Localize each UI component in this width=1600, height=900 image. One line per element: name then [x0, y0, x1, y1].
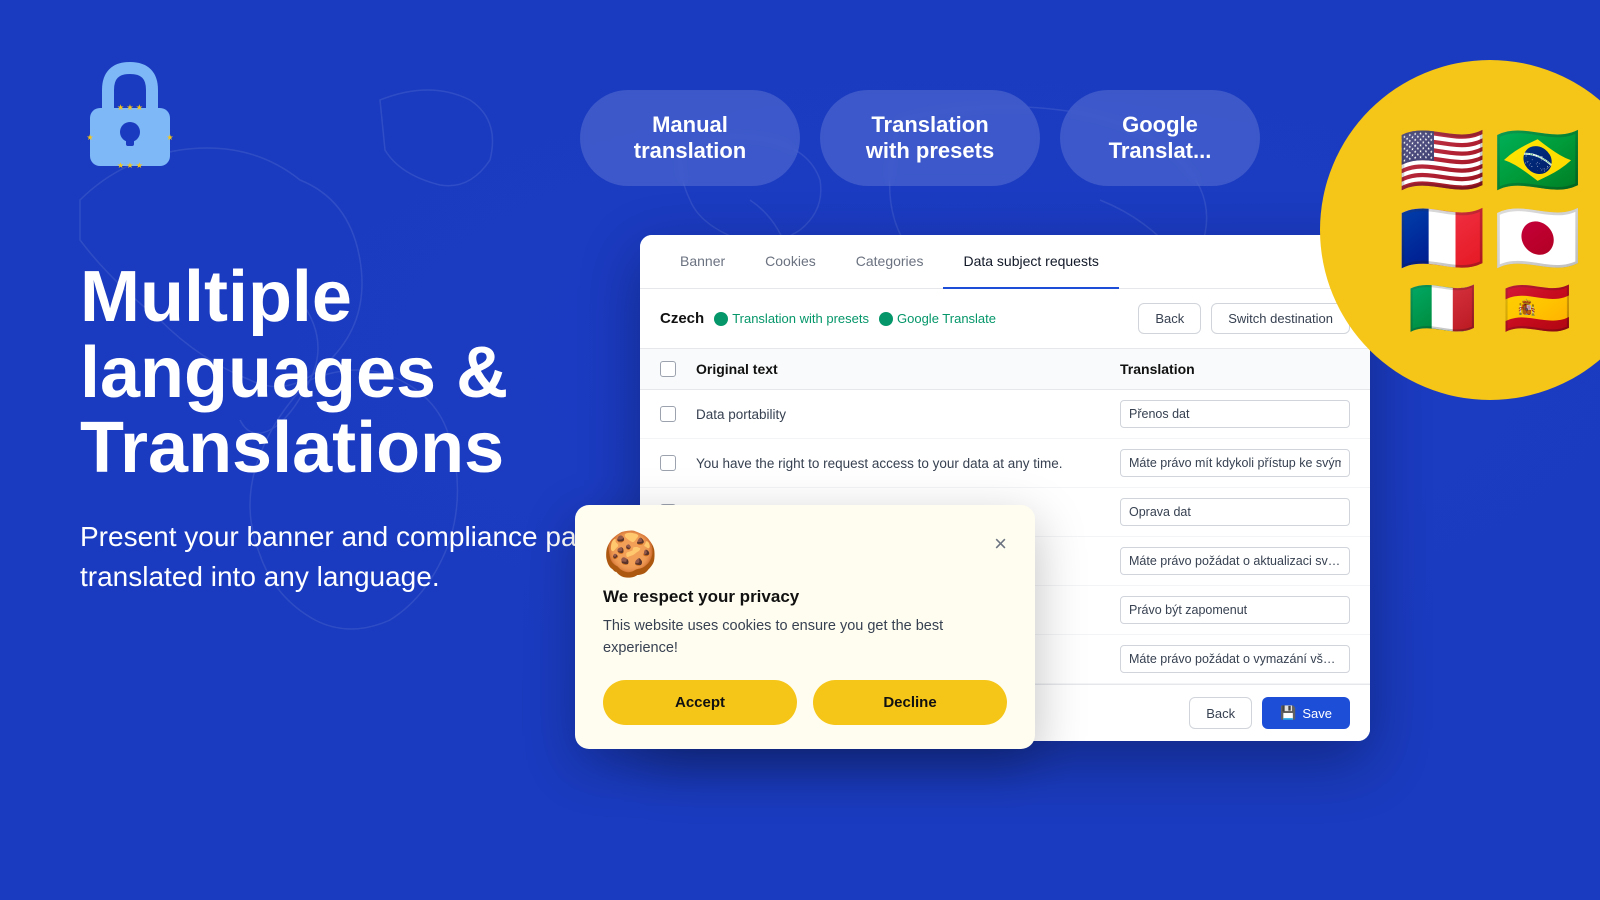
headline-area: Multiple languages & Translations Presen… [80, 260, 640, 598]
row6-translation-input[interactable] [1120, 645, 1350, 673]
tab-manual-translation[interactable]: Manual translation [580, 90, 800, 186]
flag-us: 🇺🇸 [1399, 125, 1486, 195]
row2-original: You have the right to request access to … [696, 456, 1120, 471]
row2-translation-input[interactable] [1120, 449, 1350, 477]
tab-data-subject-label: Data subject requests [963, 253, 1098, 269]
badge-translation-presets: Translation with presets [714, 311, 869, 326]
select-all-checkbox[interactable] [660, 361, 676, 377]
accept-button[interactable]: Accept [603, 680, 797, 725]
back-button-footer[interactable]: Back [1189, 697, 1252, 729]
row5-translation-input[interactable] [1120, 596, 1350, 624]
col-translation-header: Translation [1120, 361, 1350, 377]
svg-text:★: ★ [86, 133, 93, 142]
save-label: Save [1302, 706, 1332, 721]
tab-google-translate[interactable]: GoogleTranslat... [1060, 90, 1260, 186]
table-row: Data portability [640, 390, 1370, 439]
row4-translation-input[interactable] [1120, 547, 1350, 575]
back-button-header[interactable]: Back [1138, 303, 1201, 334]
panel-header-left: Czech Translation with presets Google Tr… [660, 310, 996, 327]
cookie-title: We respect your privacy [603, 587, 1007, 607]
row1-checkbox[interactable] [660, 406, 676, 422]
table-row: You have the right to request access to … [640, 439, 1370, 488]
cookie-popup-header: 🍪 × [603, 533, 1007, 577]
eu-lock-icon: ★ ★ ★ ★ ★ ★ ★ ★ [80, 60, 180, 170]
row3-translation-input[interactable] [1120, 498, 1350, 526]
flag-br: 🇧🇷 [1494, 125, 1581, 195]
tab-banner[interactable]: Banner [660, 235, 745, 289]
save-button[interactable]: 💾 Save [1262, 697, 1350, 729]
tab-presets-label: Translationwith presets [866, 112, 994, 163]
svg-text:★ ★ ★: ★ ★ ★ [117, 161, 143, 170]
headline-subtitle: Present your banner and compliance pages… [80, 517, 640, 598]
tab-buttons-container: Manual translation Translationwith prese… [580, 90, 1260, 186]
decline-button[interactable]: Decline [813, 680, 1007, 725]
svg-text:★: ★ [166, 133, 173, 142]
tab-cookies-label: Cookies [765, 253, 816, 269]
cookie-popup: 🍪 × We respect your privacy This website… [575, 505, 1035, 749]
headline-subtitle-text: Present your banner and compliance pages… [80, 521, 622, 593]
tab-translation-presets[interactable]: Translationwith presets [820, 90, 1040, 186]
tab-categories-label: Categories [856, 253, 924, 269]
cookie-buttons: Accept Decline [603, 680, 1007, 725]
badge2-text: Google Translate [897, 311, 996, 326]
flag-fr: 🇫🇷 [1399, 203, 1486, 273]
flag-es: 🇪🇸 [1494, 281, 1581, 336]
tab-manual-label: Manual translation [634, 112, 746, 163]
headline-title: Multiple languages & Translations [80, 260, 640, 487]
tab-banner-label: Banner [680, 253, 725, 269]
row1-translation-input[interactable] [1120, 400, 1350, 428]
row2-checkbox[interactable] [660, 455, 676, 471]
tab-categories[interactable]: Categories [836, 235, 944, 289]
badge-google-translate: Google Translate [879, 311, 996, 326]
panel-tabs: Banner Cookies Categories Data subject r… [640, 235, 1370, 289]
headline-title-text: Multiple languages & Translations [80, 257, 508, 488]
badge1-text: Translation with presets [732, 311, 869, 326]
save-icon: 💾 [1280, 705, 1296, 721]
tab-google-label: GoogleTranslat... [1109, 112, 1212, 163]
cookie-close-button[interactable]: × [994, 533, 1007, 555]
panel-header: Czech Translation with presets Google Tr… [640, 289, 1370, 349]
lock-icon-container: ★ ★ ★ ★ ★ ★ ★ ★ [80, 60, 180, 170]
flag-jp: 🇯🇵 [1494, 203, 1581, 273]
table-header-row: Original text Translation [640, 349, 1370, 390]
svg-text:★ ★ ★: ★ ★ ★ [117, 103, 143, 112]
col-original-header: Original text [696, 361, 1120, 377]
row1-original: Data portability [696, 407, 1120, 422]
panel-header-right: Back Switch destination [1138, 303, 1350, 334]
tab-data-subject[interactable]: Data subject requests [943, 235, 1118, 289]
tab-cookies[interactable]: Cookies [745, 235, 836, 289]
dot-green2-icon [879, 312, 893, 326]
switch-destination-button[interactable]: Switch destination [1211, 303, 1350, 334]
cookie-icon: 🍪 [603, 533, 658, 577]
cookie-body: This website uses cookies to ensure you … [603, 615, 1007, 660]
flags-grid: 🇺🇸 🇧🇷 🇫🇷 🇯🇵 🇮🇹 🇪🇸 [1379, 105, 1600, 356]
language-label: Czech [660, 310, 704, 327]
flag-it: 🇮🇹 [1399, 281, 1486, 336]
dot-green-icon [714, 312, 728, 326]
